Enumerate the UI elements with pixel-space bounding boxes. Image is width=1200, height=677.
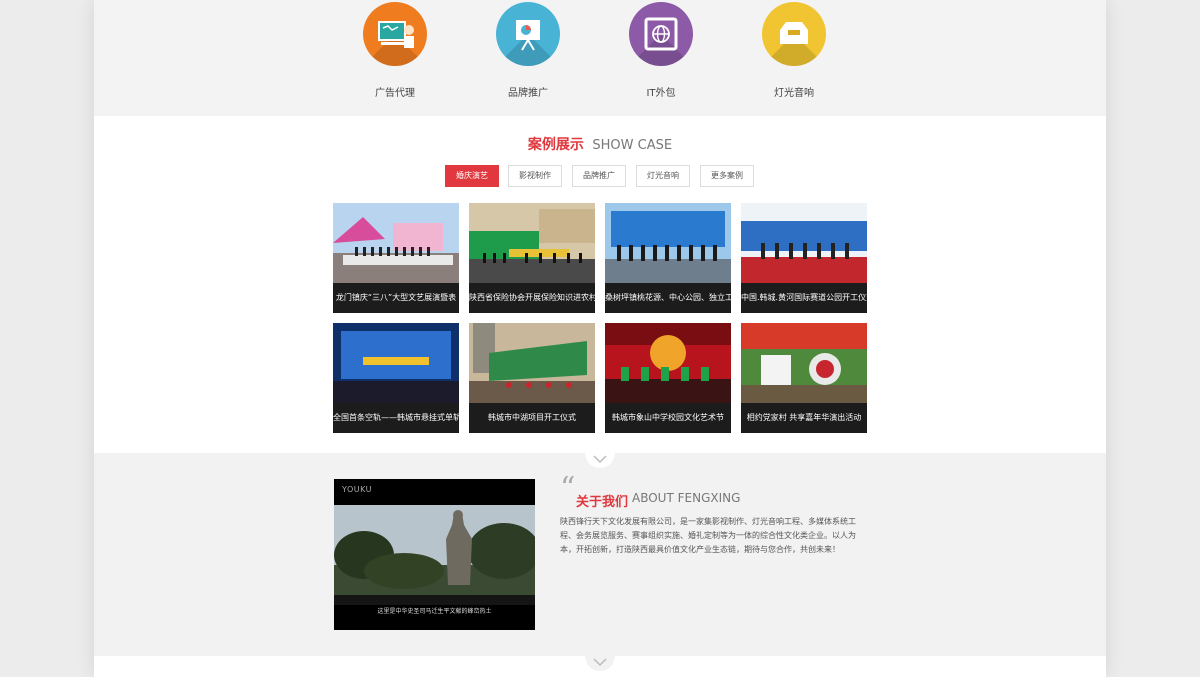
case-photo (741, 203, 867, 283)
case-caption: 韩城市中湖项目开工仪式 (469, 403, 595, 433)
about-section: YOUKU 这里是中华史圣司马迁生平文献的峰峦热土 “ 关于我们 ABOUT F… (94, 453, 1106, 656)
case-card[interactable]: 全国首条空轨——韩城市悬挂式单轨 (333, 323, 459, 433)
case-caption: 韩城市象山中学校园文化艺术节 (605, 403, 731, 433)
service-label: 灯光音响 (774, 88, 814, 99)
video-subtitle: 这里是中华史圣司马迁生平文献的峰峦热土 (377, 608, 492, 615)
easel-chart-icon (496, 2, 560, 66)
globe-window-icon (629, 2, 693, 66)
tab-film-production[interactable]: 影视制作 (508, 165, 562, 187)
case-card[interactable]: 韩城市中湖项目开工仪式 (469, 323, 595, 433)
service-item-ad-agency[interactable]: 广告代理 (345, 2, 445, 99)
case-photo (741, 323, 867, 403)
about-description: 陕西锋行天下文化发展有限公司，是一家集影视制作、灯光音响工程、多媒体系统工程、会… (560, 517, 856, 554)
case-showcase-section: 案例展示 SHOW CASE 婚庆演艺 影视制作 品牌推广 灯光音响 更多案例 (94, 116, 1106, 453)
case-caption: 陕西省保险协会开展保险知识进农村 (469, 283, 595, 313)
service-label: 品牌推广 (508, 88, 548, 99)
section-title-cn: 案例展示 (527, 137, 584, 153)
chevron-down-icon (593, 658, 607, 667)
case-card[interactable]: 陕西省保险协会开展保险知识进农村 (469, 203, 595, 313)
case-photo (605, 203, 731, 283)
next-section-bar (94, 656, 1106, 677)
case-card[interactable]: 韩城市象山中学校园文化艺术节 (605, 323, 731, 433)
quote-mark-icon: “ (560, 471, 576, 506)
tab-more-cases[interactable]: 更多案例 (700, 165, 754, 187)
scroll-down-button[interactable] (585, 656, 615, 671)
case-photo (333, 323, 459, 403)
case-caption: 桑树坪镇桃花源、中心公园、独立工 (605, 283, 731, 313)
case-caption: 中国.韩城.黄河国际赛道公园开工仪式 (741, 283, 867, 313)
service-label: 广告代理 (375, 88, 415, 99)
section-title: 案例展示 SHOW CASE (94, 134, 1106, 154)
scroll-down-button[interactable] (585, 453, 615, 468)
case-photo (469, 203, 595, 283)
case-caption: 相约党家村 共享嘉年华演出活动 (741, 403, 867, 433)
service-item-it-outsourcing[interactable]: IT外包 (611, 2, 711, 99)
case-card[interactable]: 桑树坪镇桃花源、中心公园、独立工 (605, 203, 731, 313)
presentation-board-icon (363, 2, 427, 66)
case-caption: 龙门镇庆“三八”大型文艺展演暨表 (333, 283, 459, 313)
case-card[interactable]: 中国.韩城.黄河国际赛道公园开工仪式 (741, 203, 867, 313)
video-player[interactable]: YOUKU 这里是中华史圣司马迁生平文献的峰峦热土 (334, 479, 535, 630)
video-logo: YOUKU (342, 485, 372, 494)
case-photo (469, 323, 595, 403)
about-title-en: ABOUT FENGXING (632, 491, 741, 505)
service-label: IT外包 (646, 88, 676, 99)
service-item-lighting-sound[interactable]: 灯光音响 (744, 2, 844, 99)
case-card[interactable]: 龙门镇庆“三八”大型文艺展演暨表 (333, 203, 459, 313)
section-title-en: SHOW CASE (592, 138, 673, 153)
services-section: 广告代理 品牌推广 IT外包 灯光音响 (94, 0, 1106, 116)
case-photo (333, 203, 459, 283)
tab-wedding-performance[interactable]: 婚庆演艺 (445, 165, 499, 187)
page-container: 广告代理 品牌推广 IT外包 灯光音响 案例展示 SHOW CASE 婚庆演艺 … (94, 0, 1106, 677)
case-caption: 全国首条空轨——韩城市悬挂式单轨 (333, 403, 459, 433)
case-photo (605, 323, 731, 403)
tab-brand-promotion[interactable]: 品牌推广 (572, 165, 626, 187)
about-title-cn: 关于我们 (576, 495, 629, 510)
video-frame (334, 505, 535, 605)
case-card[interactable]: 相约党家村 共享嘉年华演出活动 (741, 323, 867, 433)
service-item-brand-promotion[interactable]: 品牌推广 (478, 2, 578, 99)
chevron-down-icon (593, 455, 607, 464)
tab-lighting-sound[interactable]: 灯光音响 (636, 165, 690, 187)
inbox-tray-icon (762, 2, 826, 66)
